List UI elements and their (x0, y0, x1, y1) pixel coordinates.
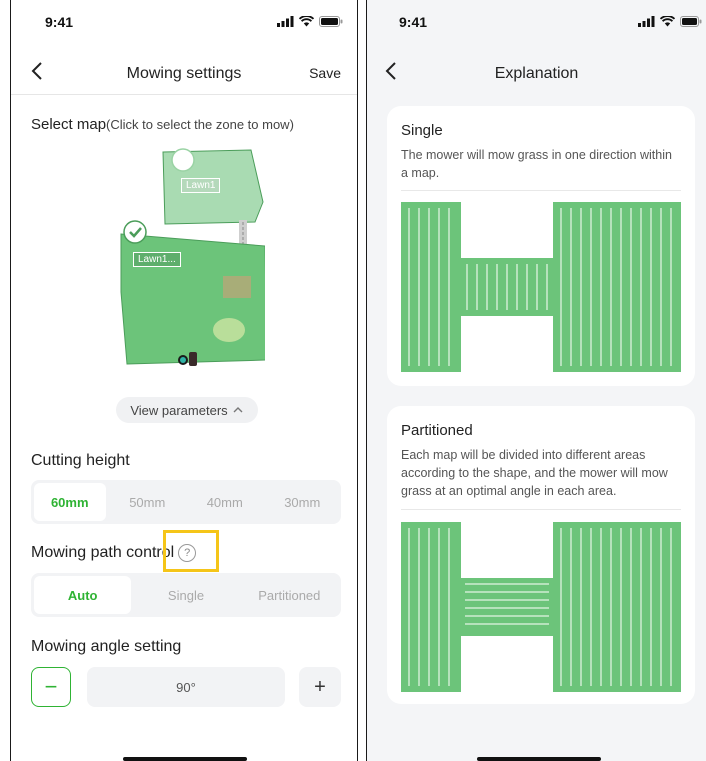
view-parameters-label: View parameters (130, 402, 228, 418)
single-title: Single (401, 122, 443, 139)
status-time: 9:41 (399, 14, 428, 30)
zone-label-upper: Lawn1 (181, 178, 221, 193)
path-option-auto[interactable]: Auto (34, 576, 132, 614)
card-divider (401, 509, 681, 510)
home-indicator (123, 757, 247, 761)
mowing-path-selector: Auto Single Partitioned (31, 573, 341, 617)
wifi-icon (299, 16, 314, 27)
save-button[interactable]: Save (309, 65, 341, 81)
angle-value: 90° (87, 667, 285, 707)
status-bar: 9:41 (367, 0, 706, 40)
nav-bar: Explanation (367, 52, 706, 92)
obstacle-zone (223, 276, 251, 298)
angle-increase-button[interactable]: + (299, 667, 341, 707)
partitioned-title: Partitioned (401, 422, 473, 439)
status-bar: 9:41 (11, 0, 357, 40)
single-path-diagram (401, 202, 681, 372)
page-title: Explanation (494, 65, 579, 82)
nav-bar: Mowing settings Save (11, 52, 357, 92)
angle-decrease-button[interactable]: − (31, 667, 71, 707)
status-time: 9:41 (45, 14, 74, 30)
zone-label-lower: Lawn1... (133, 252, 181, 267)
status-icons (277, 16, 343, 27)
explanation-screen: 9:41 Explanation Single The mower will m… (366, 0, 706, 761)
select-map-subtitle: (Click to select the zone to mow) (106, 117, 294, 132)
cutting-height-label: Cutting height (31, 452, 130, 469)
card-divider (401, 190, 681, 191)
page-title: Mowing settings (126, 65, 242, 82)
chevron-up-icon (233, 407, 243, 413)
cutting-height-option[interactable]: 40mm (189, 483, 261, 521)
check-icon (171, 148, 195, 172)
battery-icon (319, 16, 343, 27)
map-canvas (120, 148, 268, 366)
angle-stepper: − 90° + (31, 667, 341, 709)
single-explanation-card: Single The mower will mow grass in one d… (387, 106, 695, 386)
status-icons (638, 16, 702, 27)
wifi-icon (660, 16, 675, 27)
nav-divider (11, 94, 357, 95)
select-map-title: Select map (31, 116, 107, 133)
map-view[interactable]: Lawn1 Lawn1... (105, 142, 268, 372)
mowing-angle-label: Mowing angle setting (31, 638, 182, 655)
obstacle-ellipse (213, 318, 245, 342)
signal-icon (277, 16, 294, 27)
home-indicator (477, 757, 601, 761)
path-option-partitioned[interactable]: Partitioned (241, 576, 338, 614)
cutting-height-option[interactable]: 30mm (267, 483, 339, 521)
cutting-height-selector: 60mm 50mm 40mm 30mm (31, 480, 341, 524)
signal-icon (638, 16, 655, 27)
partitioned-path-diagram (401, 522, 681, 692)
partitioned-description: Each map will be divided into different … (401, 448, 668, 498)
select-map-heading: Select map(Click to select the zone to m… (31, 116, 294, 133)
highlight-box (163, 530, 219, 572)
mowing-path-control-label: Mowing path control (31, 544, 175, 562)
path-option-single[interactable]: Single (137, 576, 234, 614)
cutting-height-option[interactable]: 60mm (34, 483, 106, 521)
view-parameters-button[interactable]: View parameters (116, 397, 258, 423)
battery-icon (680, 16, 702, 27)
single-description: The mower will mow grass in one directio… (401, 148, 672, 180)
cutting-height-option[interactable]: 50mm (112, 483, 184, 521)
check-icon (123, 220, 147, 244)
partitioned-explanation-card: Partitioned Each map will be divided int… (387, 406, 695, 704)
mowing-settings-screen: 9:41 Mowing settings Save Select map(Cli… (10, 0, 358, 761)
